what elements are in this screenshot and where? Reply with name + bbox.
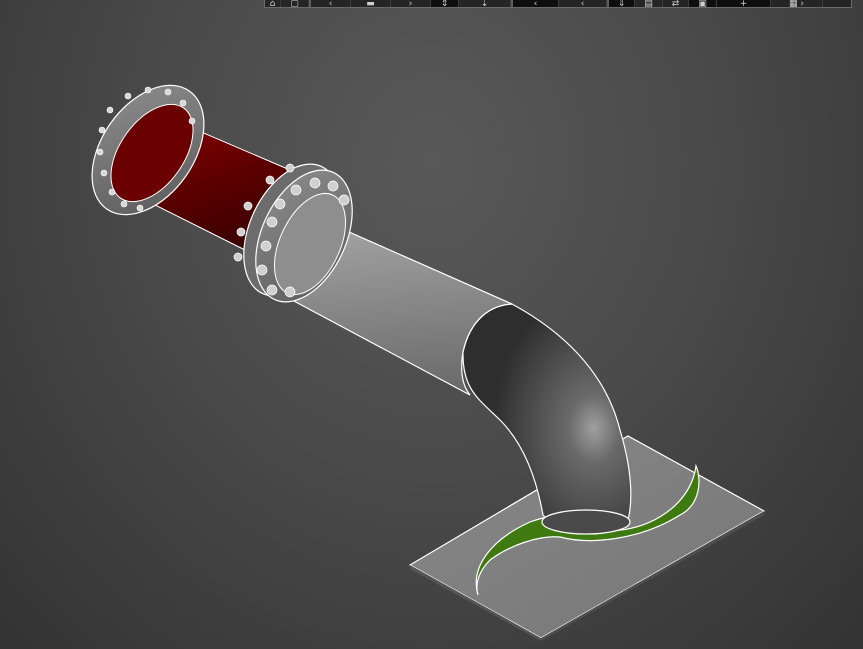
pipe-elbow[interactable] <box>462 303 632 535</box>
3d-viewport[interactable] <box>0 0 863 649</box>
